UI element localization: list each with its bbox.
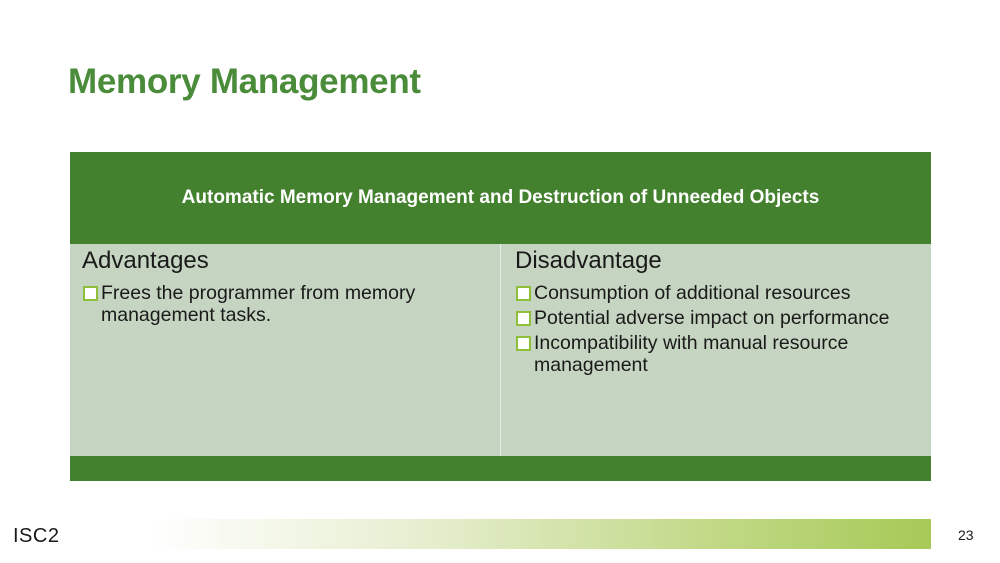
footer-gradient-bar xyxy=(150,519,931,549)
table-header-text: Automatic Memory Management and Destruct… xyxy=(181,187,820,208)
checkbox-icon xyxy=(83,286,98,301)
disadvantages-list: Consumption of additional resources Pote… xyxy=(515,282,931,376)
advantages-heading: Advantages xyxy=(82,247,209,274)
advantages-list: Frees the programmer from memory managem… xyxy=(82,282,500,326)
disadvantages-heading: Disadvantage xyxy=(515,247,662,274)
list-item-text: Potential adverse impact on performance xyxy=(534,307,890,329)
disadvantages-column: Disadvantage Consumption of additional r… xyxy=(501,244,931,456)
checkbox-icon xyxy=(516,336,531,351)
checkbox-icon xyxy=(516,286,531,301)
comparison-table: Automatic Memory Management and Destruct… xyxy=(70,152,931,481)
page-number: 23 xyxy=(958,527,974,543)
list-item-text: Consumption of additional resources xyxy=(534,282,851,304)
list-item: Frees the programmer from memory managem… xyxy=(82,282,500,326)
list-item-text: Frees the programmer from memory managem… xyxy=(101,282,416,326)
isc2-logo: ISC2 xyxy=(13,525,60,547)
list-item-text: Incompatibility with manual resource man… xyxy=(534,332,849,376)
list-item: Consumption of additional resources xyxy=(515,282,931,304)
table-header: Automatic Memory Management and Destruct… xyxy=(70,152,931,244)
checkbox-icon xyxy=(516,311,531,326)
advantages-column: Advantages Frees the programmer from mem… xyxy=(70,244,500,456)
list-item: Potential adverse impact on performance xyxy=(515,307,931,329)
slide-title: Memory Management xyxy=(68,62,421,101)
list-item: Incompatibility with manual resource man… xyxy=(515,332,931,376)
table-footer-bar xyxy=(70,456,931,481)
